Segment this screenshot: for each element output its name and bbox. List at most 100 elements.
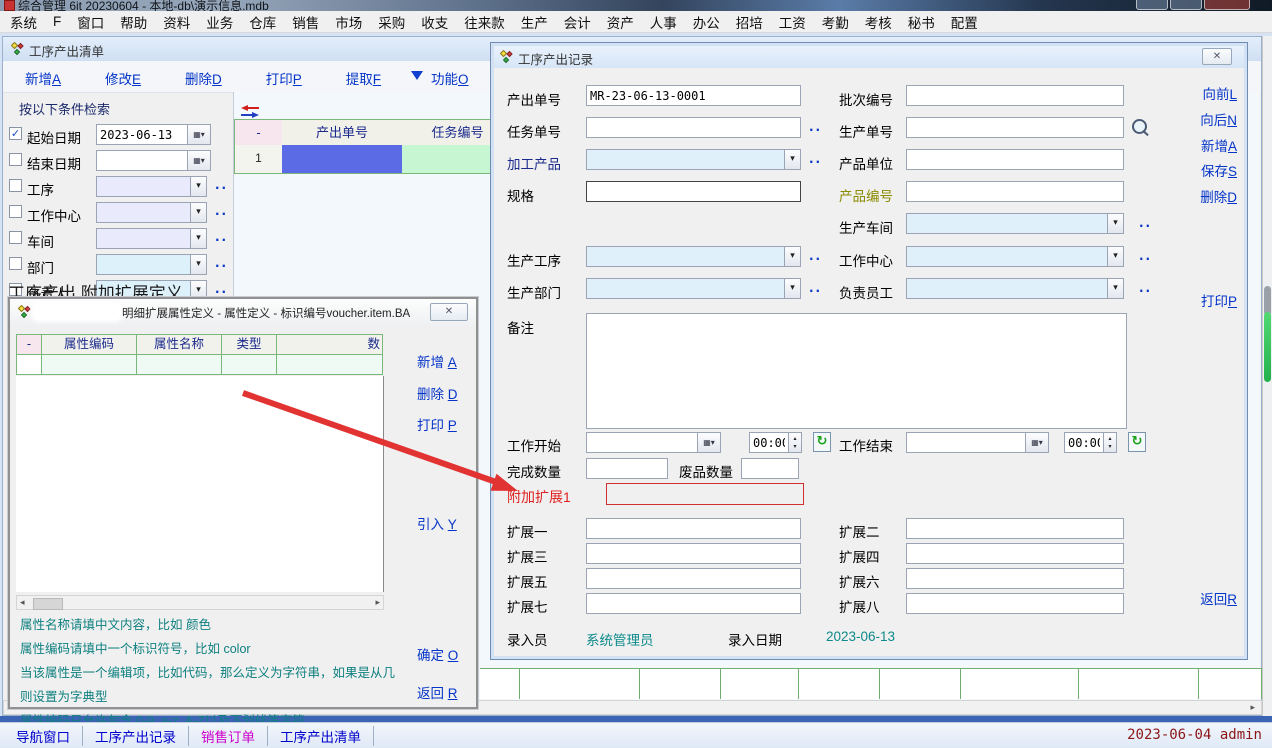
taskbar-item[interactable]: 销售订单 — [189, 726, 268, 746]
menu-item[interactable]: F — [53, 14, 61, 29]
calendar-picker-icon[interactable]: ▦▾ — [1025, 432, 1049, 453]
menu-item[interactable]: 会计 — [564, 12, 591, 32]
menu-item[interactable]: 考核 — [865, 12, 892, 32]
toolbar-link[interactable]: 提取F — [346, 68, 381, 88]
more-link[interactable]: ·· — [1139, 284, 1152, 298]
more-link[interactable]: ·· — [809, 284, 822, 298]
menu-item[interactable]: 生产 — [521, 12, 548, 32]
menu-item[interactable]: 仓库 — [249, 12, 276, 32]
refresh-icon[interactable]: ↻ — [1128, 432, 1146, 452]
back-button[interactable]: 返回R — [1200, 588, 1237, 608]
toolbar-link[interactable]: 打印P — [266, 68, 302, 88]
staff-combo[interactable] — [906, 278, 1124, 299]
attr-row-cell[interactable] — [222, 355, 277, 375]
grid-row-number[interactable]: 1 — [234, 145, 283, 174]
more-link[interactable]: ·· — [215, 259, 228, 273]
ext4-input[interactable] — [906, 543, 1124, 564]
more-link[interactable]: ·· — [809, 252, 822, 266]
menu-item[interactable]: 秘书 — [908, 12, 935, 32]
chevron-down-icon[interactable]: ▾ — [784, 278, 801, 299]
work-start-time-input[interactable] — [749, 432, 789, 453]
out-no-input[interactable] — [586, 85, 801, 106]
workshop-combo[interactable] — [906, 213, 1124, 234]
remark-textarea[interactable] — [586, 313, 1127, 429]
product-combo[interactable] — [586, 149, 801, 170]
taskbar-item[interactable]: 导航窗口 — [4, 726, 83, 746]
close-icon[interactable]: ✕ — [1202, 48, 1232, 65]
attr-delete-button[interactable]: 删除 D — [417, 383, 458, 403]
add-button[interactable]: 新增A — [1201, 135, 1237, 155]
menu-item[interactable]: 收支 — [421, 12, 448, 32]
attr-row-cell[interactable] — [42, 355, 137, 375]
work-center-combo[interactable] — [906, 246, 1124, 267]
attr-print-button[interactable]: 打印 P — [417, 414, 457, 434]
ext3-input[interactable] — [586, 543, 801, 564]
search-icon[interactable] — [1132, 119, 1147, 134]
more-link[interactable]: ·· — [215, 207, 228, 221]
menu-item[interactable]: 资料 — [163, 12, 190, 32]
chevron-down-icon[interactable]: ▾ — [1107, 246, 1124, 267]
more-link[interactable]: ·· — [809, 123, 822, 137]
calendar-picker-icon[interactable]: ▦▾ — [697, 432, 721, 453]
unit-input[interactable] — [906, 149, 1124, 170]
ext7-input[interactable] — [586, 593, 801, 614]
toolbar-link[interactable]: 删除D — [185, 68, 222, 88]
attr-row-cell[interactable] — [137, 355, 222, 375]
start-date-input[interactable] — [96, 124, 188, 145]
workshop-checkbox[interactable] — [9, 231, 22, 244]
ext1-input[interactable] — [586, 518, 801, 539]
refresh-icon[interactable]: ↻ — [813, 432, 831, 452]
chevron-down-icon[interactable]: ▾ — [784, 246, 801, 267]
taskbar-item[interactable]: 工序产出记录 — [83, 726, 189, 746]
menu-item[interactable]: 系统 — [10, 12, 37, 32]
close-button[interactable] — [1204, 0, 1250, 10]
dept-checkbox[interactable] — [9, 257, 22, 270]
attr-ok-button[interactable]: 确定 O — [417, 644, 458, 664]
attr-horizontal-scrollbar[interactable]: ◂ ▸ — [16, 595, 384, 610]
start-date-checkbox[interactable]: ✓ — [9, 127, 22, 140]
more-link[interactable]: ·· — [1139, 252, 1152, 266]
prod-no-input[interactable] — [906, 117, 1124, 138]
menu-item[interactable]: 采购 — [378, 12, 405, 32]
more-link[interactable]: ·· — [809, 155, 822, 169]
swap-columns-icon[interactable] — [241, 105, 259, 118]
menu-item[interactable]: 人事 — [650, 12, 677, 32]
menu-item[interactable]: 配置 — [951, 12, 978, 32]
chevron-down-icon[interactable]: ▾ — [1107, 213, 1124, 234]
menu-item[interactable]: 工资 — [779, 12, 806, 32]
time-spinner[interactable]: ▴▾ — [1103, 432, 1117, 453]
taskbar-item[interactable]: 工序产出清单 — [268, 726, 374, 746]
product-code-input[interactable] — [906, 181, 1124, 202]
scroll-right-icon[interactable]: ▸ — [375, 597, 380, 609]
calendar-picker-icon[interactable]: ▦▾ — [187, 150, 211, 171]
work-center-combo[interactable] — [96, 202, 191, 223]
attr-add-button[interactable]: 新增 A — [417, 351, 457, 371]
menu-item[interactable]: 市场 — [335, 12, 362, 32]
done-qty-input[interactable] — [586, 458, 668, 479]
work-end-date-input[interactable] — [906, 432, 1026, 453]
end-date-input[interactable] — [96, 150, 188, 171]
scroll-left-icon[interactable]: ◂ — [20, 597, 25, 609]
work-end-time-input[interactable] — [1064, 432, 1104, 453]
attr-row-cell[interactable] — [16, 355, 42, 375]
calendar-picker-icon[interactable]: ▦▾ — [187, 124, 211, 145]
menu-item[interactable]: 招培 — [736, 12, 763, 32]
workshop-combo[interactable] — [96, 228, 191, 249]
attr-import-button[interactable]: 引入 Y — [417, 513, 457, 533]
spec-input[interactable] — [586, 181, 801, 202]
save-button[interactable]: 保存S — [1201, 160, 1237, 180]
menu-item[interactable]: 业务 — [206, 12, 233, 32]
more-link[interactable]: ·· — [1139, 219, 1152, 233]
menu-item[interactable]: 考勤 — [822, 12, 849, 32]
grid-cell-selected[interactable] — [282, 145, 403, 174]
close-icon[interactable]: ✕ — [430, 303, 468, 321]
minimize-button[interactable] — [1136, 0, 1168, 10]
scroll-thumb-green[interactable] — [1264, 312, 1271, 382]
scroll-right-icon[interactable]: ▸ — [1250, 702, 1255, 714]
chevron-down-icon[interactable]: ▾ — [190, 176, 207, 197]
attr-back-button[interactable]: 返回 R — [417, 682, 458, 702]
maximize-button[interactable] — [1170, 0, 1202, 10]
vertical-scrollbar[interactable] — [1262, 36, 1272, 716]
ext5-input[interactable] — [586, 568, 801, 589]
menu-item[interactable]: 帮助 — [120, 12, 147, 32]
